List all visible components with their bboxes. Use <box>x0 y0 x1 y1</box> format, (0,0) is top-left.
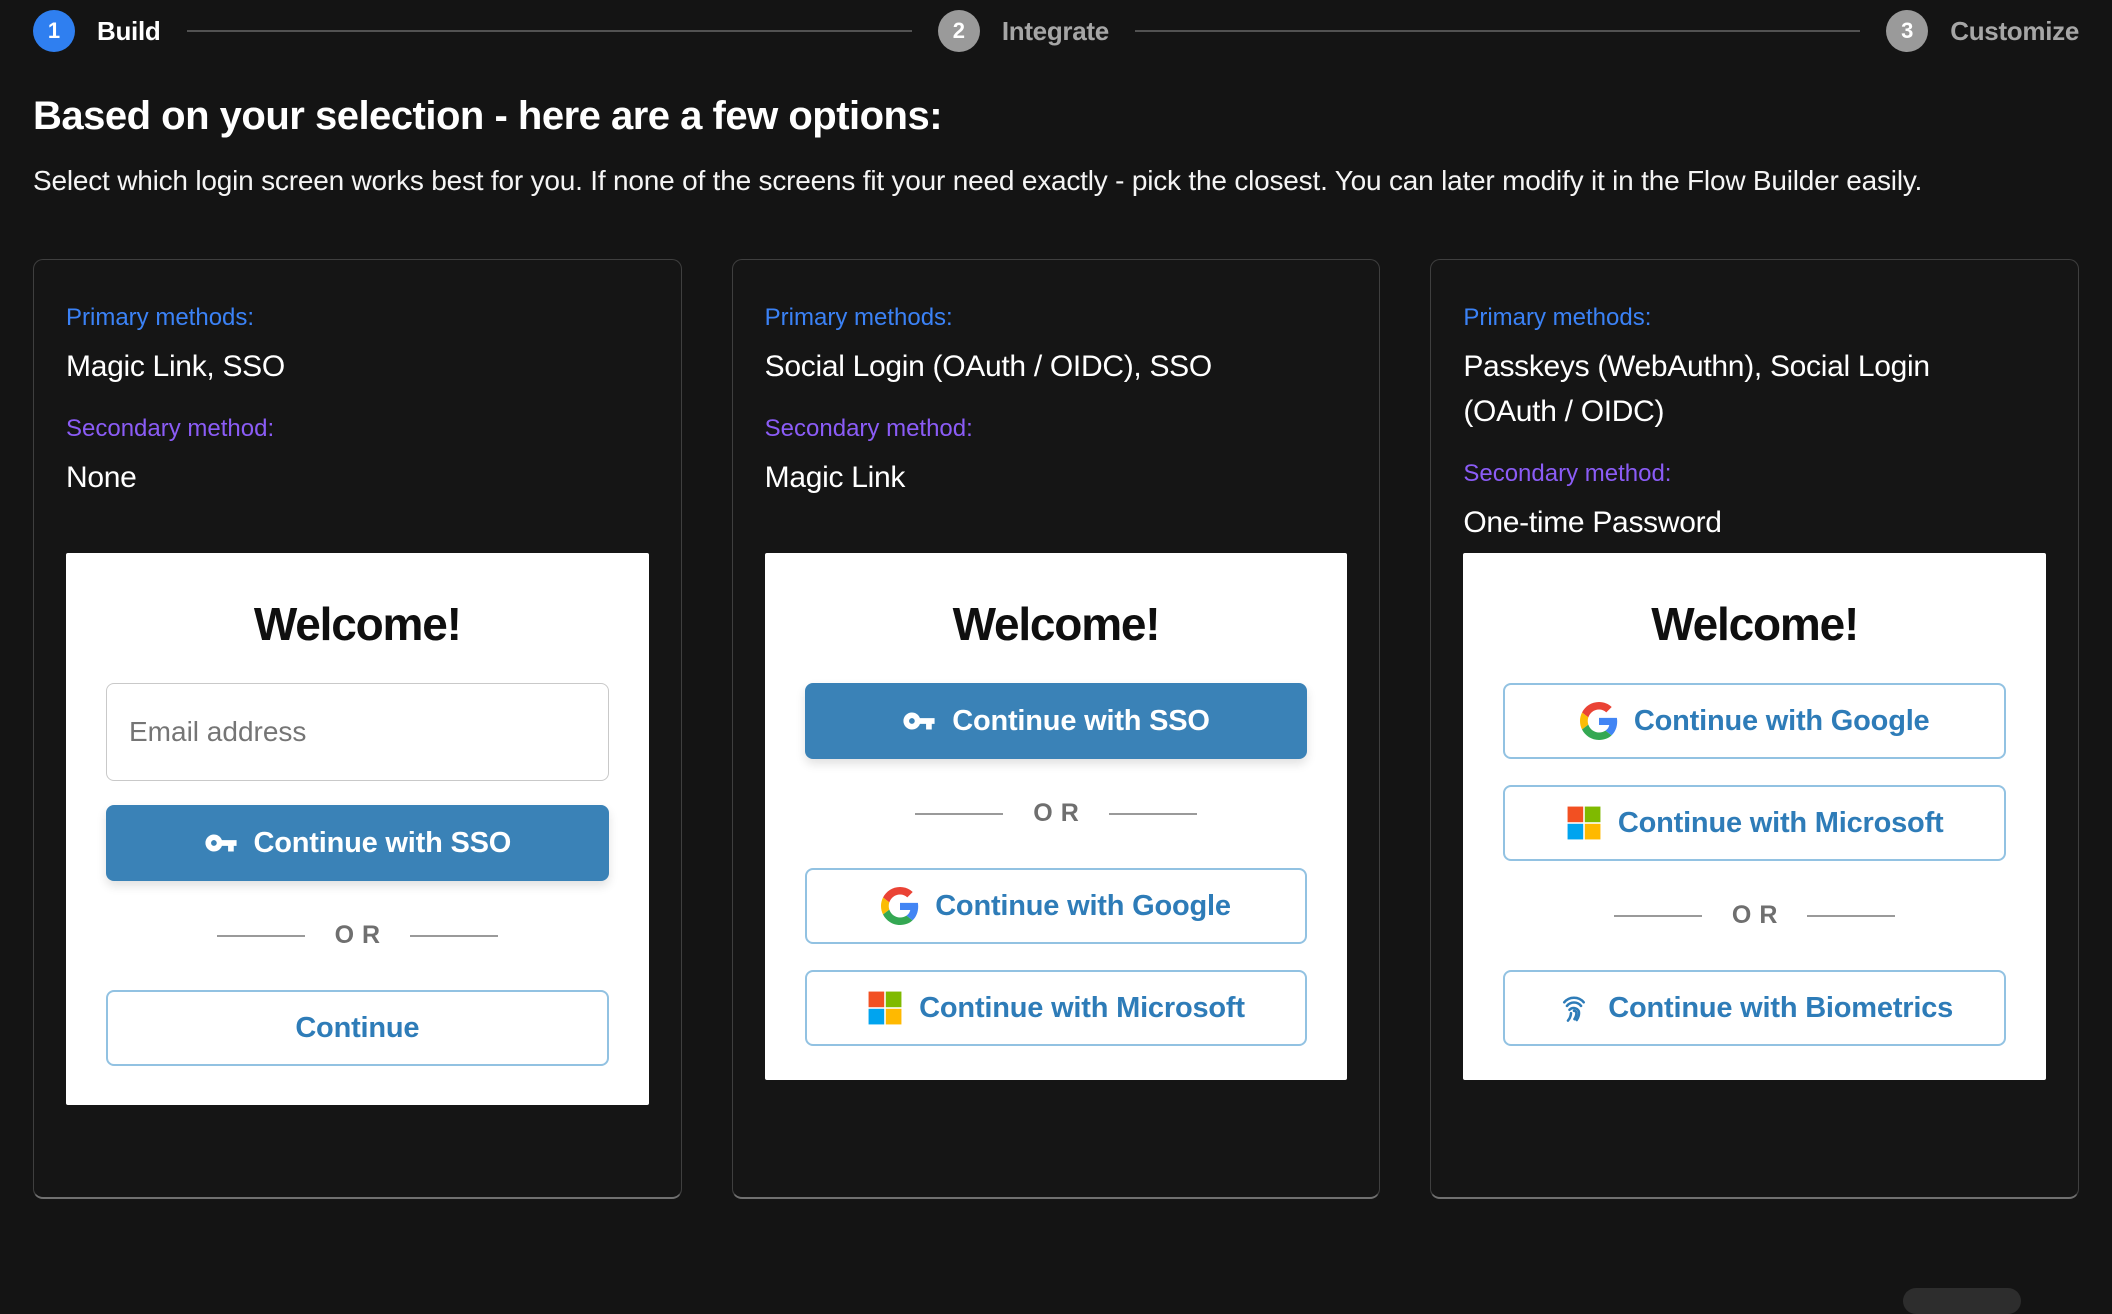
login-option-cards: Primary methods: Magic Link, SSO Seconda… <box>33 259 2079 1199</box>
secondary-method-label: Secondary method: <box>66 415 649 443</box>
or-divider: OR <box>1503 901 2006 930</box>
primary-methods-label: Primary methods: <box>1463 304 2046 332</box>
continue-with-google-button[interactable]: Continue with Google <box>805 868 1308 944</box>
option-card-social-sso[interactable]: Primary methods: Social Login (OAuth / O… <box>732 259 1381 1199</box>
step-customize[interactable]: 3 Customize <box>1886 10 2079 52</box>
login-preview: Welcome! Continue with Google Continue w… <box>1463 553 2046 1080</box>
page-title: Based on your selection - here are a few… <box>33 94 2079 139</box>
secondary-method-value: Magic Link <box>765 455 1348 500</box>
continue-with-sso-button[interactable]: Continue with SSO <box>805 683 1308 759</box>
continue-with-microsoft-button[interactable]: Continue with Microsoft <box>1503 785 2006 861</box>
continue-with-biometrics-label: Continue with Biometrics <box>1608 992 1953 1025</box>
step-3-label: Customize <box>1950 16 2079 47</box>
step-1-circle: 1 <box>33 10 75 52</box>
or-text: OR <box>1025 799 1087 828</box>
step-2-circle: 2 <box>938 10 980 52</box>
welcome-heading: Welcome! <box>805 597 1308 651</box>
option-card-magic-link-sso[interactable]: Primary methods: Magic Link, SSO Seconda… <box>33 259 682 1199</box>
step-3-circle: 3 <box>1886 10 1928 52</box>
step-1-label: Build <box>97 16 161 47</box>
wizard-stepper: 1 Build 2 Integrate 3 Customize <box>0 0 2112 52</box>
divider-line <box>1807 915 1895 917</box>
or-divider: OR <box>805 799 1308 828</box>
step-integrate[interactable]: 2 Integrate <box>938 10 1109 52</box>
key-icon <box>902 704 936 738</box>
page-subtitle: Select which login screen works best for… <box>33 155 2028 207</box>
continue-with-google-label: Continue with Google <box>935 890 1231 923</box>
login-preview: Welcome! Continue with SSO OR Continue <box>66 553 649 1105</box>
continue-with-google-label: Continue with Google <box>1634 705 1930 738</box>
continue-with-microsoft-label: Continue with Microsoft <box>919 992 1245 1025</box>
continue-with-sso-button[interactable]: Continue with SSO <box>106 805 609 881</box>
primary-methods-value: Magic Link, SSO <box>66 344 649 389</box>
continue-label: Continue <box>295 1012 419 1045</box>
microsoft-icon <box>1566 805 1602 841</box>
primary-methods-label: Primary methods: <box>765 304 1348 332</box>
fingerprint-icon <box>1556 990 1592 1026</box>
continue-with-microsoft-button[interactable]: Continue with Microsoft <box>805 970 1308 1046</box>
option-card-passkeys-social[interactable]: Primary methods: Passkeys (WebAuthn), So… <box>1430 259 2079 1199</box>
or-text: OR <box>327 921 389 950</box>
primary-methods-value: Social Login (OAuth / OIDC), SSO <box>765 344 1348 389</box>
divider-line <box>217 935 305 937</box>
divider-line <box>1109 813 1197 815</box>
welcome-heading: Welcome! <box>106 597 609 651</box>
google-icon <box>1580 702 1618 740</box>
divider-line <box>1614 915 1702 917</box>
welcome-heading: Welcome! <box>1503 597 2006 651</box>
secondary-method-value: One-time Password <box>1463 500 2046 545</box>
continue-with-sso-label: Continue with SSO <box>952 705 1210 738</box>
or-divider: OR <box>106 921 609 950</box>
google-icon <box>881 887 919 925</box>
key-icon <box>204 826 238 860</box>
divider-line <box>410 935 498 937</box>
continue-with-sso-label: Continue with SSO <box>254 827 512 860</box>
step-build[interactable]: 1 Build <box>33 10 161 52</box>
step-2-label: Integrate <box>1002 16 1109 47</box>
stepper-connector <box>1135 30 1860 32</box>
secondary-method-label: Secondary method: <box>765 415 1348 443</box>
primary-methods-value: Passkeys (WebAuthn), Social Login (OAuth… <box>1463 344 1943 434</box>
or-text: OR <box>1724 901 1786 930</box>
continue-with-microsoft-label: Continue with Microsoft <box>1618 807 1944 840</box>
primary-methods-label: Primary methods: <box>66 304 649 332</box>
continue-with-google-button[interactable]: Continue with Google <box>1503 683 2006 759</box>
partial-bottom-button[interactable] <box>1903 1288 2021 1314</box>
secondary-method-label: Secondary method: <box>1463 460 2046 488</box>
divider-line <box>915 813 1003 815</box>
email-input[interactable] <box>106 683 609 781</box>
microsoft-icon <box>867 990 903 1026</box>
continue-with-biometrics-button[interactable]: Continue with Biometrics <box>1503 970 2006 1046</box>
secondary-method-value: None <box>66 455 649 500</box>
login-preview: Welcome! Continue with SSO OR Continue w… <box>765 553 1348 1080</box>
stepper-connector <box>187 30 912 32</box>
continue-button[interactable]: Continue <box>106 990 609 1066</box>
